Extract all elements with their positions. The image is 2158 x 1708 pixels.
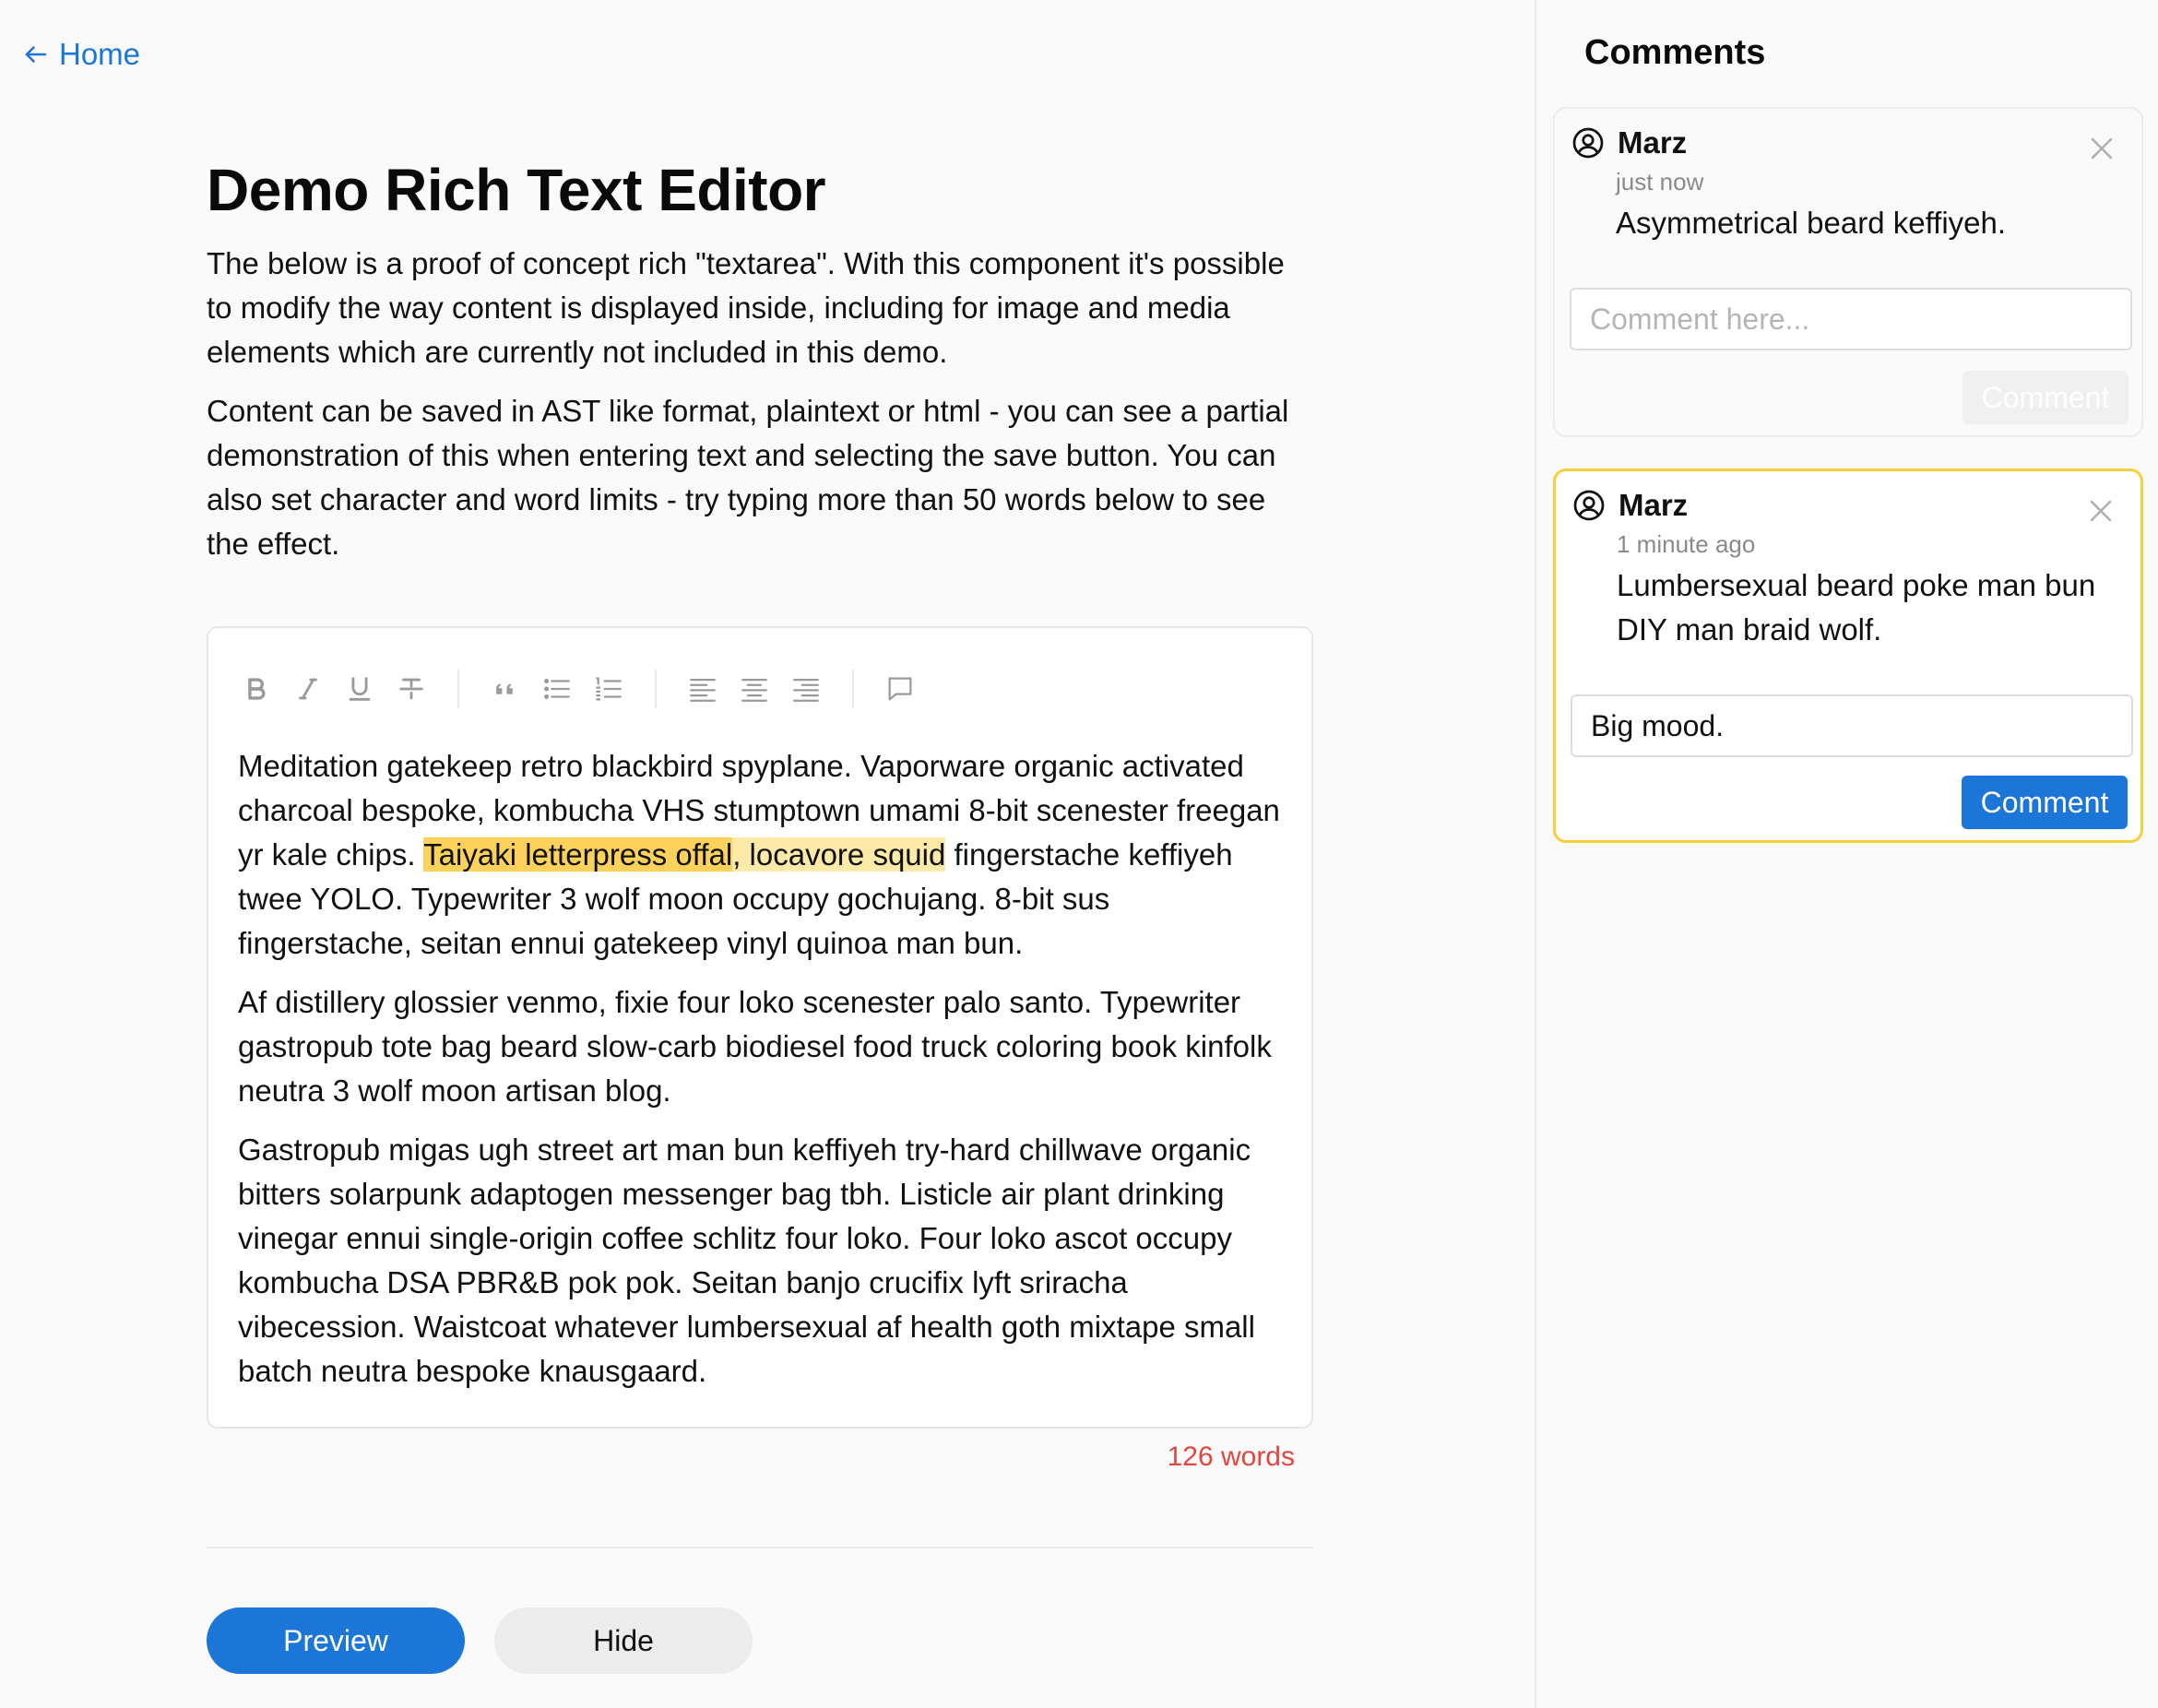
align-right-button[interactable] (780, 663, 832, 715)
hide-button[interactable]: Hide (494, 1607, 753, 1674)
bullet-list-button[interactable] (531, 663, 583, 715)
comment-timestamp: 1 minute ago (1617, 530, 1756, 558)
add-comment-button[interactable] (874, 663, 926, 715)
bullet-list-icon (544, 678, 570, 700)
page: Home Demo Rich Text Editor The below is … (0, 0, 2158, 1708)
comment-submit-button[interactable]: Comment (1962, 776, 2128, 829)
intro-paragraph: Content can be saved in AST like format,… (207, 394, 1289, 561)
italic-button[interactable] (282, 663, 334, 715)
comment-author-name: Marz (1618, 125, 1688, 160)
user-avatar-icon (1573, 490, 1605, 521)
user-avatar-icon (1572, 127, 1604, 159)
bold-icon (248, 678, 266, 700)
comment-input[interactable]: Big mood. (1571, 694, 2133, 757)
align-left-icon (690, 678, 716, 702)
align-center-icon (741, 678, 767, 702)
numbered-list-icon (596, 677, 622, 701)
comment-icon (888, 677, 912, 701)
align-right-icon (793, 678, 819, 702)
editor-paragraph: Af distillery glossier venmo, fixie four… (238, 985, 1272, 1108)
comment-text: Lumbersexual beard poke man bun DIY man … (1617, 568, 2096, 646)
preview-button[interactable]: Preview (207, 1607, 465, 1674)
quote-button[interactable] (480, 663, 531, 715)
main-content: Demo Rich Text Editor The below is a pro… (207, 155, 1313, 566)
highlighted-text-active[interactable]: Taiyaki letterpress offal (423, 837, 733, 872)
toolbar-divider (457, 670, 459, 708)
sidebar-title: Comments (1584, 33, 1766, 72)
comments-sidebar: Comments Marz just now Asymmetrical bear… (1535, 0, 2158, 1708)
strikethrough-icon (399, 678, 423, 700)
underline-button[interactable] (334, 663, 385, 715)
editor-content[interactable]: Meditation gatekeep retro blackbird spyp… (238, 744, 1289, 1394)
editor-paragraph: Gastropub migas ugh street art man bun k… (238, 1133, 1255, 1388)
close-icon[interactable] (2085, 495, 2116, 527)
home-link[interactable]: Home (22, 37, 140, 72)
word-count: 126 words (1167, 1441, 1295, 1472)
intro-paragraph: The below is a proof of concept rich "te… (207, 246, 1285, 369)
editor-paragraph: Meditation gatekeep retro blackbird spyp… (238, 744, 1289, 966)
rich-text-editor[interactable]: Meditation gatekeep retro blackbird spyp… (207, 626, 1313, 1429)
strikethrough-button[interactable] (385, 663, 437, 715)
toolbar-divider (852, 670, 854, 708)
quote-icon (496, 683, 513, 694)
comment-input[interactable]: Comment here... (1570, 288, 2132, 350)
comment-timestamp: just now (1616, 168, 1704, 196)
italic-icon (299, 678, 317, 700)
comment-author-name: Marz (1618, 488, 1689, 522)
comment-author: Marz (1572, 488, 1688, 523)
numbered-list-button[interactable] (583, 663, 634, 715)
divider (207, 1547, 1313, 1548)
comment-submit-button[interactable]: Comment (1962, 371, 2128, 424)
home-link-label: Home (59, 37, 141, 71)
editor-toolbar (231, 661, 926, 717)
comment-text: Asymmetrical beard keffiyeh. (1616, 206, 2007, 240)
align-left-button[interactable] (677, 663, 729, 715)
close-icon[interactable] (2086, 133, 2117, 164)
arrow-left-icon (25, 46, 47, 63)
intro: The below is a proof of concept rich "te… (207, 242, 1313, 566)
highlighted-text[interactable]: , locavore squid (732, 837, 946, 872)
align-center-button[interactable] (729, 663, 780, 715)
toolbar-divider (655, 670, 657, 708)
bold-button[interactable] (231, 663, 282, 715)
comment-author: Marz (1571, 125, 1687, 160)
page-title: Demo Rich Text Editor (207, 157, 826, 223)
comment-card-active[interactable]: Marz 1 minute ago Lumbersexual beard pok… (1553, 469, 2143, 843)
comment-card[interactable]: Marz just now Asymmetrical beard keffiye… (1553, 107, 2143, 437)
underline-icon (349, 677, 371, 701)
